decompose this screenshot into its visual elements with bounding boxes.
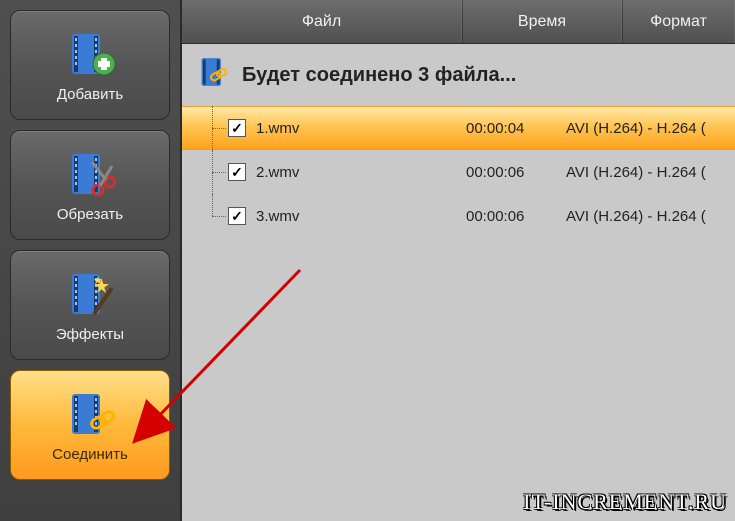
main-panel: Файл Время Формат Будет сое [180, 0, 735, 521]
file-row[interactable]: 3.wmv 00:00:06 AVI (H.264) - H.264 ( [182, 194, 735, 238]
column-label: Время [518, 13, 566, 31]
file-format: AVI (H.264) - H.264 ( [566, 208, 735, 225]
column-label: Формат [650, 13, 707, 31]
file-time: 00:00:06 [466, 208, 566, 225]
merge-summary-text: Будет соединено 3 файла... [242, 64, 516, 87]
sidebar-cut-button[interactable]: Обрезать [10, 130, 170, 240]
file-format: AVI (H.264) - H.264 ( [566, 120, 735, 137]
file-time: 00:00:04 [466, 120, 566, 137]
sidebar-item-label: Добавить [57, 86, 123, 103]
tree-connector-icon [202, 150, 228, 194]
sidebar-item-label: Эффекты [56, 326, 124, 343]
app-window: Добавить Обрезать [0, 0, 735, 521]
watermark-text: IT-INCREMENT.RU [523, 489, 727, 515]
film-wand-icon [64, 268, 116, 320]
film-link-icon [64, 388, 116, 440]
file-name: 1.wmv [256, 120, 466, 137]
sidebar-item-label: Соединить [52, 446, 128, 463]
file-row[interactable]: 2.wmv 00:00:06 AVI (H.264) - H.264 ( [182, 150, 735, 194]
file-list-area: Будет соединено 3 файла... 1.wmv 00:00:0… [182, 44, 735, 521]
file-name: 2.wmv [256, 164, 466, 181]
column-header-format[interactable]: Формат [622, 0, 735, 43]
column-label: Файл [302, 13, 341, 31]
sidebar-effects-button[interactable]: Эффекты [10, 250, 170, 360]
film-link-icon [196, 54, 232, 96]
tree-connector-icon [202, 106, 228, 150]
film-scissors-icon [64, 148, 116, 200]
file-checkbox[interactable] [228, 119, 246, 137]
merge-summary-row[interactable]: Будет соединено 3 файла... [182, 44, 735, 106]
file-row[interactable]: 1.wmv 00:00:04 AVI (H.264) - H.264 ( [182, 106, 735, 150]
sidebar-item-label: Обрезать [57, 206, 123, 223]
film-plus-icon [64, 28, 116, 80]
file-format: AVI (H.264) - H.264 ( [566, 164, 735, 181]
file-name: 3.wmv [256, 208, 466, 225]
sidebar-add-button[interactable]: Добавить [10, 10, 170, 120]
column-header-time[interactable]: Время [462, 0, 622, 43]
file-checkbox[interactable] [228, 207, 246, 225]
tree-connector-icon [202, 194, 228, 238]
file-checkbox[interactable] [228, 163, 246, 181]
sidebar: Добавить Обрезать [0, 0, 180, 521]
column-headers: Файл Время Формат [182, 0, 735, 44]
sidebar-merge-button[interactable]: Соединить [10, 370, 170, 480]
column-header-file[interactable]: Файл [182, 0, 462, 43]
file-time: 00:00:06 [466, 164, 566, 181]
